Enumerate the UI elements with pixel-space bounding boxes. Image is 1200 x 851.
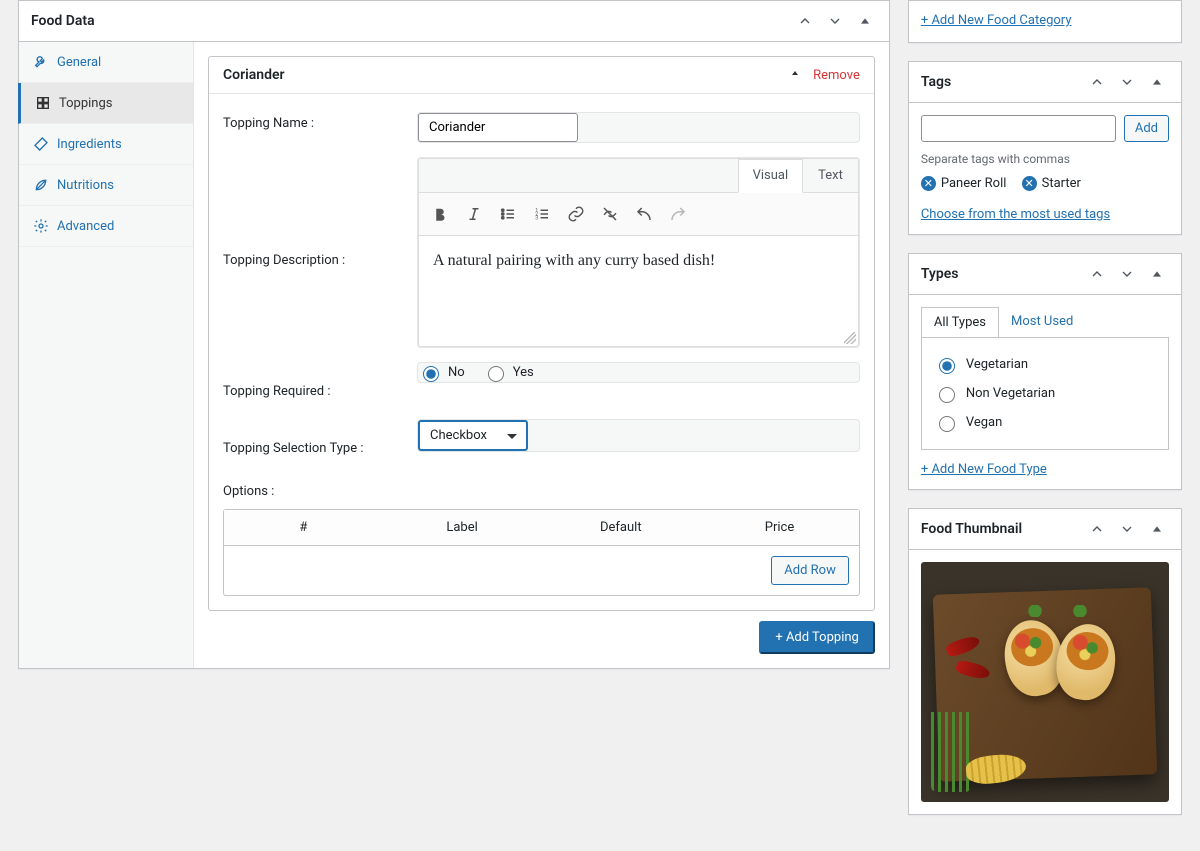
resize-handle-icon[interactable] — [844, 332, 856, 344]
type-radio[interactable] — [939, 387, 955, 403]
options-table: # Label Default Price Add Row — [223, 509, 860, 596]
wrench-icon — [33, 54, 49, 70]
topping-card: Coriander Remove Topping Name : — [208, 56, 875, 611]
col-num: # — [224, 510, 383, 545]
tags-hint: Separate tags with commas — [921, 142, 1169, 166]
thumbnail-title: Food Thumbnail — [921, 521, 1022, 537]
rich-text-editor: Visual Text 123 — [418, 158, 859, 347]
required-no-radio[interactable] — [423, 366, 439, 382]
topping-title: Coriander — [223, 67, 285, 83]
numbered-list-icon[interactable]: 123 — [527, 199, 557, 229]
tab-nutritions[interactable]: Nutritions — [19, 165, 193, 206]
add-row-button[interactable]: Add Row — [771, 556, 849, 585]
types-panel: Types All Types Most Used Vegetarian Non… — [908, 253, 1182, 490]
collapse-icon[interactable] — [853, 9, 877, 33]
selection-type-label: Topping Selection Type : — [209, 419, 403, 476]
move-up-icon[interactable] — [1085, 262, 1109, 286]
choose-tags-link[interactable]: Choose from the most used tags — [921, 207, 1110, 222]
required-no-option[interactable]: No — [418, 363, 465, 382]
editor-tab-visual[interactable]: Visual — [738, 159, 804, 193]
svg-text:3: 3 — [535, 215, 538, 221]
move-up-icon[interactable] — [1085, 70, 1109, 94]
leaf-icon — [33, 177, 49, 193]
topping-desc-label: Topping Description : — [209, 231, 403, 288]
add-category-link[interactable]: + Add New Food Category — [921, 13, 1072, 28]
unlink-icon[interactable] — [595, 199, 625, 229]
add-topping-button[interactable]: + Add Topping — [759, 621, 875, 654]
type-radio[interactable] — [939, 358, 955, 374]
grid-icon — [35, 95, 51, 111]
thumbnail-image[interactable] — [921, 562, 1169, 802]
move-up-icon[interactable] — [1085, 517, 1109, 541]
col-price: Price — [700, 510, 859, 545]
move-up-icon[interactable] — [793, 9, 817, 33]
remove-link[interactable]: Remove — [813, 68, 860, 83]
topping-name-label: Topping Name : — [209, 94, 403, 151]
type-option[interactable]: Vegetarian — [934, 350, 1156, 379]
panel-header: Food Data — [19, 1, 889, 42]
tab-advanced[interactable]: Advanced — [19, 206, 193, 247]
remove-tag-icon[interactable]: ✕ — [921, 176, 936, 191]
editor-content[interactable]: A natural pairing with any curry based d… — [419, 236, 858, 346]
add-tag-button[interactable]: Add — [1124, 115, 1169, 142]
vertical-tabs: General Toppings Ingredients Nutritions — [19, 42, 194, 668]
move-down-icon[interactable] — [1115, 262, 1139, 286]
gear-icon — [33, 218, 49, 234]
tag-item: ✕Paneer Roll — [921, 176, 1007, 191]
topping-name-input[interactable] — [418, 113, 578, 142]
categories-panel: + Add New Food Category — [908, 0, 1182, 43]
panel-title: Food Data — [31, 13, 95, 29]
bold-icon[interactable] — [425, 199, 455, 229]
topping-required-label: Topping Required : — [209, 362, 403, 419]
italic-icon[interactable] — [459, 199, 489, 229]
collapse-icon[interactable] — [1145, 70, 1169, 94]
undo-icon[interactable] — [629, 199, 659, 229]
selection-type-dropdown[interactable]: Checkbox — [418, 420, 528, 451]
col-default: Default — [541, 510, 700, 545]
tab-toppings[interactable]: Toppings — [18, 83, 193, 124]
bullet-list-icon[interactable] — [493, 199, 523, 229]
tags-title: Tags — [921, 74, 951, 90]
collapse-icon[interactable] — [1145, 517, 1169, 541]
link-icon[interactable] — [561, 199, 591, 229]
food-data-panel: Food Data General Toppings — [18, 0, 890, 669]
tags-panel: Tags Add Separate tags with commas ✕Pane… — [908, 61, 1182, 235]
types-tab-most[interactable]: Most Used — [999, 307, 1085, 337]
required-yes-radio[interactable] — [488, 366, 504, 382]
remove-tag-icon[interactable]: ✕ — [1022, 176, 1037, 191]
move-down-icon[interactable] — [823, 9, 847, 33]
tag-item: ✕Starter — [1022, 176, 1081, 191]
add-type-link[interactable]: + Add New Food Type — [921, 462, 1047, 477]
redo-icon[interactable] — [663, 199, 693, 229]
options-head: # Label Default Price — [224, 510, 859, 546]
tags-input[interactable] — [921, 115, 1116, 142]
collapse-icon[interactable] — [1145, 262, 1169, 286]
types-title: Types — [921, 266, 959, 282]
types-list: Vegetarian Non Vegetarian Vegan — [921, 337, 1169, 450]
tab-general[interactable]: General — [19, 42, 193, 83]
editor-tab-text[interactable]: Text — [803, 159, 858, 192]
move-down-icon[interactable] — [1115, 517, 1139, 541]
type-option[interactable]: Non Vegetarian — [934, 379, 1156, 408]
options-label: Options : — [209, 476, 874, 509]
required-yes-option[interactable]: Yes — [483, 363, 534, 382]
tab-ingredients[interactable]: Ingredients — [19, 124, 193, 165]
thumbnail-panel: Food Thumbnail — [908, 508, 1182, 815]
types-tab-all[interactable]: All Types — [921, 307, 999, 337]
type-option[interactable]: Vegan — [934, 408, 1156, 437]
col-label: Label — [383, 510, 542, 545]
carrot-icon — [33, 136, 49, 152]
move-down-icon[interactable] — [1115, 70, 1139, 94]
card-collapse-icon[interactable] — [789, 67, 801, 83]
type-radio[interactable] — [939, 416, 955, 432]
